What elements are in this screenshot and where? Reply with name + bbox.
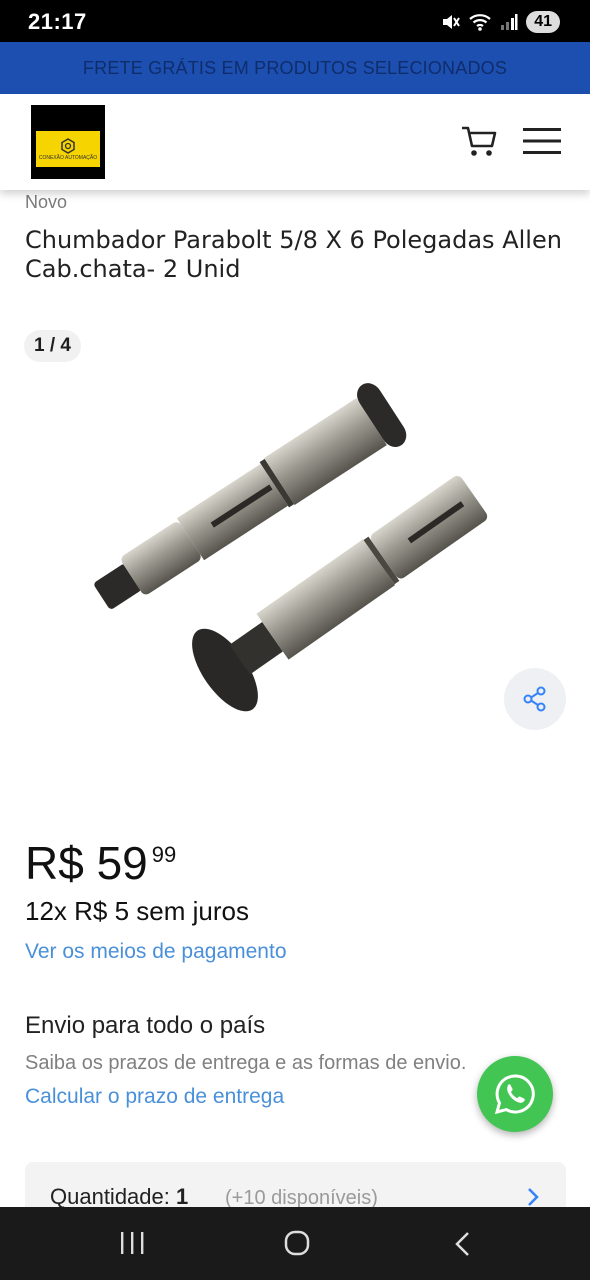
whatsapp-icon xyxy=(494,1074,535,1115)
logo-text: CONEXÃO AUTOMAÇÃO xyxy=(38,154,98,161)
status-icons: 41 xyxy=(440,11,560,33)
price-main: R$ 59 xyxy=(25,837,148,889)
wifi-icon xyxy=(469,14,491,31)
back-icon[interactable] xyxy=(453,1231,473,1257)
hexagon-nut-icon xyxy=(61,137,75,154)
cart-icon xyxy=(462,126,497,156)
price: R$ 59 99 xyxy=(25,836,176,890)
shipping-description: Saiba os prazos de entrega e as formas d… xyxy=(25,1052,467,1074)
promo-text: FRETE GRÁTIS EM PRODUTOS SELECIONADOS xyxy=(82,57,508,78)
share-icon xyxy=(523,686,546,712)
product-condition: Novo xyxy=(25,192,68,212)
site-header: CONEXÃO AUTOMAÇÃO xyxy=(0,94,590,190)
quantity-value: 1 xyxy=(175,1184,189,1209)
recent-apps-icon[interactable] xyxy=(118,1231,146,1255)
product-title: Chumbador Parabolt 5/8 X 6 Polegadas All… xyxy=(25,226,562,283)
menu-icon xyxy=(523,128,561,154)
price-cents: 99 xyxy=(151,842,177,867)
whatsapp-button[interactable] xyxy=(477,1056,553,1132)
home-icon[interactable] xyxy=(283,1229,311,1257)
promo-banner[interactable]: FRETE GRÁTIS EM PRODUTOS SELECIONADOS xyxy=(0,42,590,94)
signal-icon xyxy=(501,14,518,30)
battery-icon: 41 xyxy=(526,11,560,33)
installments-text: 12x R$ 5 sem juros xyxy=(25,896,249,926)
store-logo[interactable]: CONEXÃO AUTOMAÇÃO xyxy=(31,105,105,179)
payment-methods-link[interactable]: Ver os meios de pagamento xyxy=(25,940,287,964)
shipping-title: Envio para todo o país xyxy=(25,1012,266,1039)
system-nav-bar xyxy=(0,1207,590,1280)
battery-level: 41 xyxy=(534,13,552,30)
product-image[interactable] xyxy=(60,340,530,760)
mute-icon xyxy=(443,15,461,29)
menu-button[interactable] xyxy=(522,126,562,156)
cart-button[interactable] xyxy=(460,124,498,158)
quantity-label-text: Quantidade: xyxy=(50,1184,176,1209)
status-time: 21:17 xyxy=(28,9,87,34)
chevron-right-icon xyxy=(528,1188,539,1206)
calculate-delivery-link[interactable]: Calcular o prazo de entrega xyxy=(25,1085,284,1109)
share-button[interactable] xyxy=(504,668,566,730)
status-bar: 21:17 41 xyxy=(0,0,590,42)
